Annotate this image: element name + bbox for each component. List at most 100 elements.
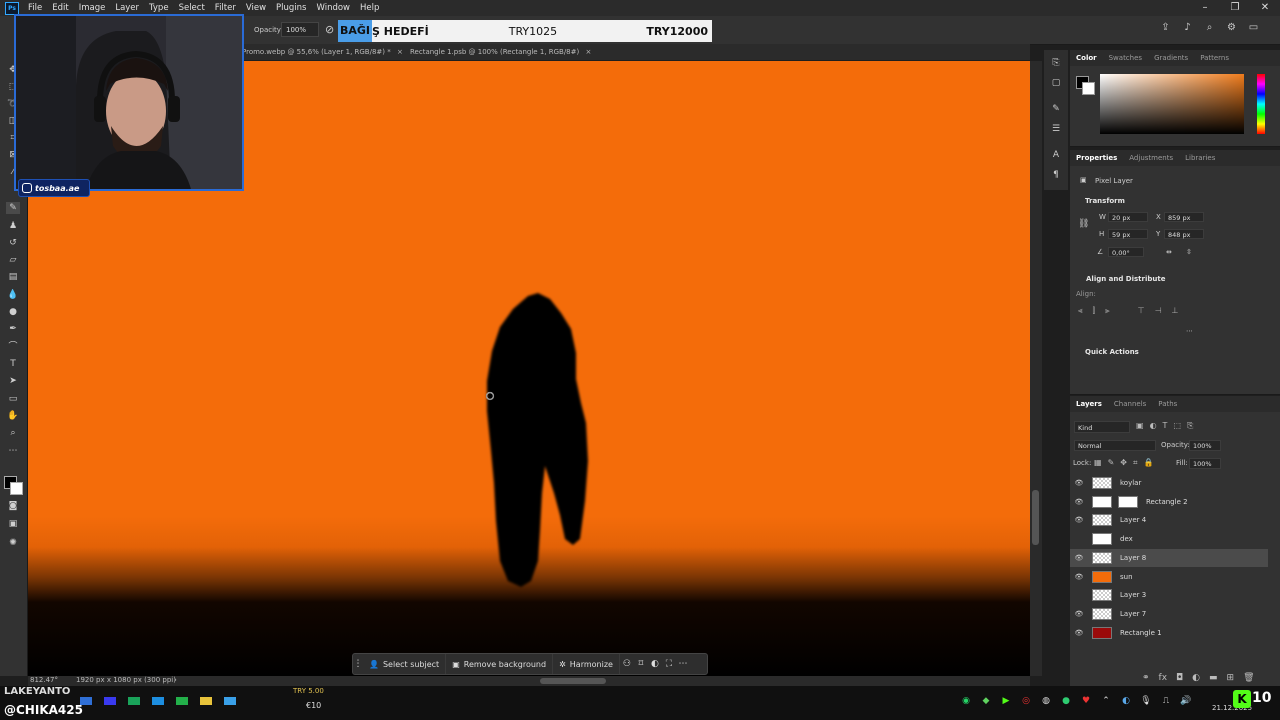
photoshop-app-icon[interactable]: Ps — [5, 1, 19, 15]
tab-patterns[interactable]: Patterns — [1194, 54, 1235, 62]
obs-icon[interactable]: ◍ — [1040, 695, 1052, 707]
app-icon[interactable] — [104, 697, 116, 705]
quick-mask-icon[interactable]: ◙ — [6, 500, 20, 512]
history-brush-icon[interactable]: ↺ — [6, 237, 20, 249]
hand-tool-icon[interactable]: ✋ — [6, 410, 20, 422]
tab-swatches[interactable]: Swatches — [1103, 54, 1148, 62]
menu-image[interactable]: Image — [74, 3, 111, 13]
tab-libraries[interactable]: Libraries — [1179, 154, 1221, 162]
new-layer-icon[interactable]: ⊞ — [1227, 673, 1235, 683]
trash-icon[interactable]: 🗑 — [1243, 673, 1254, 683]
opacity-input[interactable]: 100% — [281, 22, 319, 37]
tab-color[interactable]: Color — [1070, 54, 1103, 62]
height-input[interactable]: 59 px — [1108, 229, 1148, 239]
layer-name[interactable]: dex — [1120, 535, 1133, 543]
pressure-opacity-icon[interactable]: ⊘ — [325, 23, 334, 36]
align-vcenter-icon[interactable]: ⊣ — [1155, 306, 1162, 316]
visibility-eye-icon[interactable]: 👁 — [1070, 629, 1088, 637]
link-icon[interactable]: ⛓ — [1078, 219, 1089, 229]
chevron-up-icon[interactable]: ⌃ — [1100, 695, 1112, 707]
app-icon[interactable] — [176, 697, 188, 705]
visibility-eye-icon[interactable]: 👁 — [1070, 573, 1088, 581]
layer-row[interactable]: 👁 sun — [1070, 568, 1268, 586]
more-options-icon[interactable]: ⋯ — [676, 659, 690, 669]
layer-row[interactable]: 👁 Layer 8 — [1070, 548, 1268, 567]
blur-tool-icon[interactable]: 💧 — [6, 289, 20, 301]
layer-name[interactable]: Rectangle 1 — [1120, 629, 1162, 637]
app-tray-icon[interactable]: ◆ — [980, 695, 992, 707]
comments-icon[interactable]: ▢ — [1049, 78, 1063, 90]
workspace-icon[interactable]: ▭ — [1248, 22, 1259, 33]
tab-properties[interactable]: Properties — [1070, 154, 1123, 162]
quick-actions-header[interactable]: Quick Actions — [1085, 348, 1139, 356]
menu-select[interactable]: Select — [174, 3, 210, 13]
visibility-eye-icon[interactable]: 👁 — [1070, 516, 1088, 524]
layer-name[interactable]: Layer 3 — [1120, 591, 1146, 599]
curvature-pen-icon[interactable]: ⌒ — [6, 341, 20, 353]
zoom-tool-icon[interactable]: ⌕ — [6, 427, 20, 439]
align-distribute-header[interactable]: Align and Distribute — [1086, 275, 1165, 283]
status-icon[interactable]: ● — [1060, 695, 1072, 707]
bell-icon[interactable]: ♪ — [1182, 22, 1193, 33]
layer-name[interactable]: Layer 7 — [1120, 610, 1146, 618]
menu-file[interactable]: File — [23, 3, 47, 13]
flip-vertical-icon[interactable]: ⇳ — [1186, 248, 1192, 256]
whatsapp-icon[interactable]: ◉ — [960, 695, 972, 707]
adjustment-layer-icon[interactable]: ◐ — [1192, 673, 1200, 683]
status-expand-icon[interactable]: › — [174, 676, 177, 684]
search-icon[interactable]: ⌕ — [1204, 22, 1215, 33]
character-icon[interactable]: A — [1049, 150, 1063, 162]
filter-adjustment-icon[interactable]: ◐ — [1150, 421, 1157, 431]
minimize-icon[interactable]: – — [1190, 0, 1220, 16]
select-subject-button[interactable]: 👤 Select subject — [363, 654, 447, 674]
vertical-scroll-thumb[interactable] — [1032, 490, 1039, 545]
layer-row[interactable]: 👁 Layer 4 — [1070, 511, 1268, 529]
tab-channels[interactable]: Channels — [1108, 400, 1152, 408]
rectangle-tool-icon[interactable]: ▭ — [6, 393, 20, 405]
remove-background-button[interactable]: ▣ Remove background — [446, 654, 554, 674]
horizontal-scroll-thumb[interactable] — [540, 678, 606, 684]
color-background-swatch[interactable] — [1082, 82, 1095, 95]
layer-name[interactable]: Layer 8 — [1120, 554, 1146, 562]
align-top-icon[interactable]: ⊤ — [1138, 306, 1145, 316]
mask-icon[interactable]: ⛶ — [662, 659, 676, 669]
align-hcenter-icon[interactable]: ⫿ — [1093, 306, 1096, 316]
path-select-icon[interactable]: ➤ — [6, 375, 20, 387]
link-layers-icon[interactable]: ⚭ — [1142, 673, 1150, 683]
microphone-icon[interactable]: 🎙 — [1140, 695, 1152, 707]
app-icon[interactable] — [224, 697, 236, 705]
harmonize-button[interactable]: ✲ Harmonize — [553, 654, 620, 674]
tab-rectangle[interactable]: Rectangle 1.psb @ 100% (Rectangle 1, RGB… — [406, 45, 595, 59]
layer-name[interactable]: Layer 4 — [1120, 516, 1146, 524]
pen-tool-icon[interactable]: ✒ — [6, 323, 20, 335]
tab-promo[interactable]: Promo.webp @ 55,6% (Layer 1, RGB/8#) * × — [238, 45, 407, 59]
play-icon[interactable]: ▶ — [1000, 695, 1012, 707]
steam-icon[interactable]: ◐ — [1120, 695, 1132, 707]
zoom-readout[interactable]: 812.47° — [30, 676, 58, 684]
history-panel-icon[interactable]: ⎘ — [1049, 58, 1063, 70]
brush-settings-icon[interactable]: ✎ — [1049, 104, 1063, 116]
tab-close-icon[interactable]: × — [397, 48, 403, 56]
drag-handle-icon[interactable]: ⋮ — [353, 659, 363, 669]
app-icon[interactable] — [152, 697, 164, 705]
more-align-icon[interactable]: ⋯ — [1186, 327, 1193, 335]
layer-opacity-input[interactable]: 100% — [1189, 440, 1221, 451]
lock-artboard-icon[interactable]: ⌗ — [1133, 458, 1138, 468]
align-bottom-icon[interactable]: ⊥ — [1172, 306, 1179, 316]
filter-shape-icon[interactable]: ⬚ — [1173, 421, 1181, 431]
speaker-icon[interactable]: 🔊 — [1180, 695, 1192, 707]
fill-input[interactable]: 100% — [1189, 458, 1221, 469]
record-icon[interactable]: ◎ — [1020, 695, 1032, 707]
x-input[interactable]: 859 px — [1164, 212, 1204, 222]
network-icon[interactable]: ⎍ — [1160, 695, 1172, 707]
color-field[interactable] — [1100, 74, 1244, 134]
kind-filter-select[interactable]: Kind — [1074, 421, 1130, 433]
lock-transparent-icon[interactable]: ▦ — [1094, 458, 1102, 468]
tab-layers[interactable]: Layers — [1070, 400, 1108, 408]
add-mask-icon[interactable]: ◘ — [1176, 673, 1183, 683]
layer-row[interactable]: dex — [1070, 530, 1268, 548]
menu-help[interactable]: Help — [355, 3, 384, 13]
shield-icon[interactable]: ♥ — [1080, 695, 1092, 707]
visibility-eye-icon[interactable]: 👁 — [1070, 610, 1088, 618]
flip-horizontal-icon[interactable]: ⇹ — [1166, 248, 1172, 256]
